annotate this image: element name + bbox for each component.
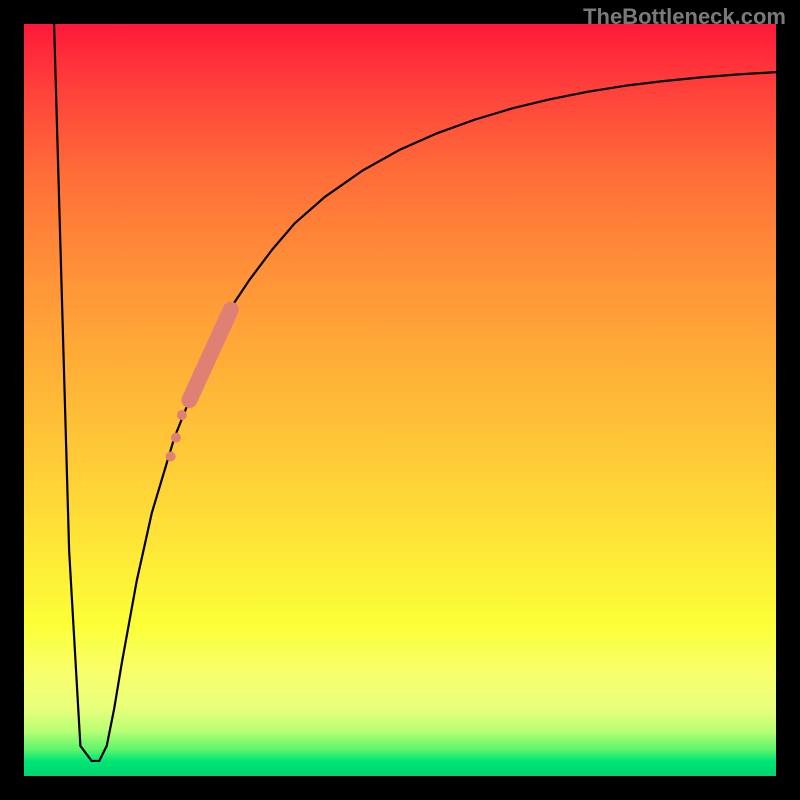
- plot-area: [24, 24, 776, 776]
- chart-svg: [24, 24, 776, 776]
- watermark-text: TheBottleneck.com: [583, 4, 786, 30]
- marker-dot: [171, 433, 181, 443]
- marker-thick-segment: [189, 310, 230, 400]
- marker-dot: [166, 451, 176, 461]
- marker-dot: [177, 410, 187, 420]
- marker-dots: [166, 410, 187, 461]
- chart-container: TheBottleneck.com: [0, 0, 800, 800]
- curve-line: [54, 24, 776, 761]
